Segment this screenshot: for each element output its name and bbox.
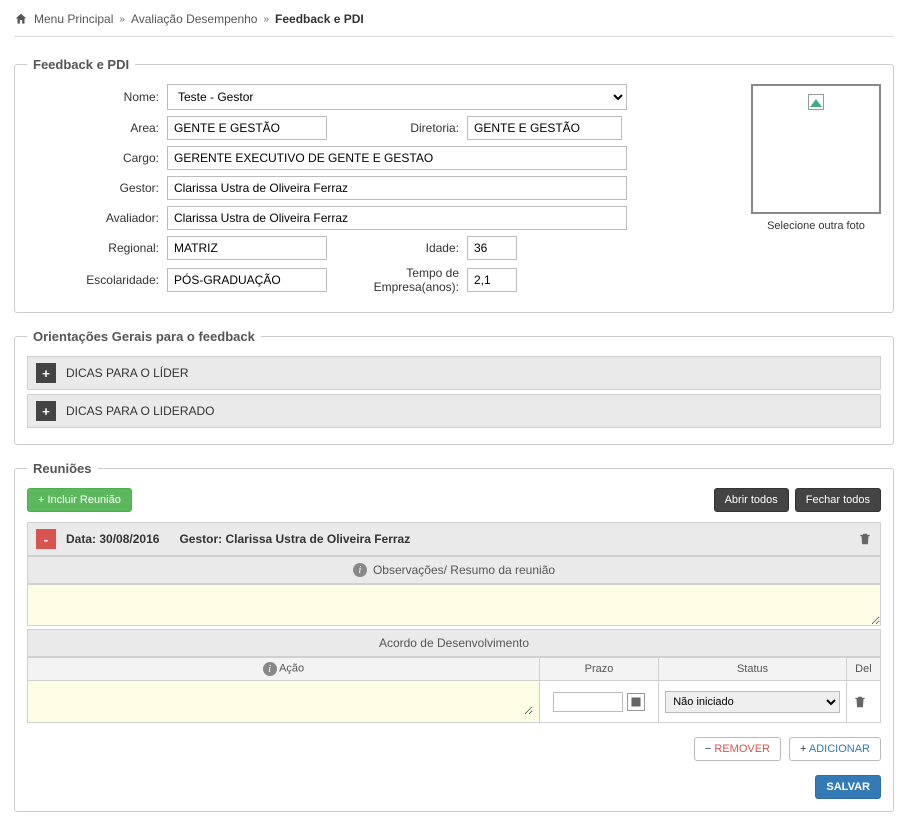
photo-caption[interactable]: Selecione outra foto	[751, 220, 881, 232]
tempo-field	[467, 268, 517, 292]
dev-row: Não iniciado	[28, 681, 881, 723]
breadcrumb-home[interactable]: Menu Principal	[34, 12, 113, 26]
diretoria-field	[467, 116, 622, 140]
col-status: Status	[659, 658, 847, 681]
profile-fieldset: Feedback e PDI Selecione outra foto Nome…	[14, 57, 894, 313]
meeting-header: - Data: 30/08/2016 Gestor: Clarissa Ustr…	[27, 522, 881, 556]
info-icon: i	[353, 563, 367, 577]
guidance-label: DICAS PARA O LÍDER	[66, 366, 188, 380]
delete-meeting-icon[interactable]	[858, 532, 872, 546]
cargo-field	[167, 146, 627, 170]
broken-image-icon	[808, 94, 824, 110]
meetings-legend: Reuniões	[27, 461, 98, 476]
info-icon: i	[263, 662, 277, 676]
regional-field	[167, 236, 327, 260]
breadcrumb-mid[interactable]: Avaliação Desempenho	[131, 12, 258, 26]
photo-box: Selecione outra foto	[751, 84, 881, 232]
obs-title: i Observações/ Resumo da reunião	[27, 556, 881, 584]
delete-row-icon[interactable]	[853, 695, 874, 709]
breadcrumb: Menu Principal » Avaliação Desempenho » …	[14, 8, 894, 37]
expand-icon[interactable]: +	[36, 401, 56, 421]
label-tempo: Tempo de Empresa(anos):	[327, 266, 467, 294]
save-button[interactable]: SALVAR	[815, 775, 881, 799]
label-diretoria: Diretoria:	[327, 121, 467, 135]
area-field	[167, 116, 327, 140]
photo-frame[interactable]	[751, 84, 881, 214]
add-button[interactable]: + ADICIONAR	[789, 737, 881, 761]
close-all-button[interactable]: Fechar todos	[795, 488, 881, 512]
status-select[interactable]: Não iniciado	[665, 691, 840, 713]
add-meeting-button[interactable]: + Incluir Reunião	[27, 488, 132, 512]
guidance-label: DICAS PARA O LIDERADO	[66, 404, 214, 418]
col-del: Del	[846, 658, 880, 681]
obs-textarea[interactable]	[27, 584, 881, 626]
label-nome: Nome:	[27, 90, 167, 104]
meeting-info: Data: 30/08/2016 Gestor: Clarissa Ustra …	[66, 532, 848, 546]
profile-legend: Feedback e PDI	[27, 57, 135, 72]
breadcrumb-current: Feedback e PDI	[275, 12, 364, 26]
label-cargo: Cargo:	[27, 151, 167, 165]
gestor-field	[167, 176, 627, 200]
avaliador-field	[167, 206, 627, 230]
col-prazo: Prazo	[539, 658, 658, 681]
chevron-icon: »	[119, 14, 125, 25]
guidance-fieldset: Orientações Gerais para o feedback + DIC…	[14, 329, 894, 445]
col-acao: i Ação	[28, 658, 540, 681]
guidance-legend: Orientações Gerais para o feedback	[27, 329, 261, 344]
label-regional: Regional:	[27, 241, 167, 255]
nome-select[interactable]: Teste - Gestor	[167, 84, 627, 110]
home-icon[interactable]	[14, 12, 28, 26]
remove-button[interactable]: − REMOVER	[694, 737, 781, 761]
collapse-icon[interactable]: -	[36, 529, 56, 549]
open-all-button[interactable]: Abrir todos	[714, 488, 789, 512]
label-idade: Idade:	[327, 241, 467, 255]
label-gestor: Gestor:	[27, 181, 167, 195]
guidance-item-leader[interactable]: + DICAS PARA O LÍDER	[27, 356, 881, 390]
label-avaliador: Avaliador:	[27, 211, 167, 225]
dev-title: Acordo de Desenvolvimento	[27, 629, 881, 657]
expand-icon[interactable]: +	[36, 363, 56, 383]
label-escolaridade: Escolaridade:	[27, 273, 167, 287]
meetings-fieldset: Reuniões + Incluir Reunião Abrir todos F…	[14, 461, 894, 812]
label-area: Area:	[27, 121, 167, 135]
guidance-item-subordinate[interactable]: + DICAS PARA O LIDERADO	[27, 394, 881, 428]
chevron-icon: »	[263, 14, 269, 25]
dev-table: i Ação Prazo Status Del	[27, 657, 881, 723]
escolaridade-field	[167, 268, 327, 292]
prazo-input[interactable]	[553, 692, 623, 712]
idade-field	[467, 236, 517, 260]
action-textarea[interactable]	[34, 685, 533, 715]
calendar-icon[interactable]	[627, 693, 645, 711]
